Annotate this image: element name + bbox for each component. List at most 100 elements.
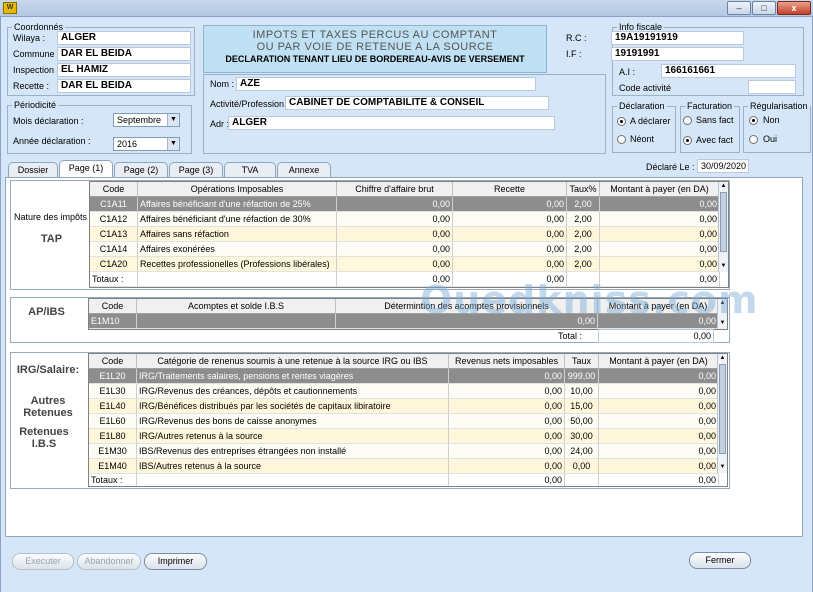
a-declarer-radio[interactable] bbox=[617, 117, 626, 126]
column-header[interactable]: Chiffre d'affaire brut bbox=[337, 182, 453, 197]
wilaya-field[interactable]: ALGER bbox=[57, 31, 191, 45]
ai-field[interactable]: 166161661 bbox=[661, 64, 796, 78]
oui-radio[interactable] bbox=[749, 135, 758, 144]
column-header[interactable]: Taux% bbox=[567, 182, 600, 197]
commune-field[interactable]: DAR EL BEIDA bbox=[57, 47, 191, 61]
column-header[interactable]: Opérations Imposables bbox=[138, 182, 337, 197]
revenus-cell[interactable]: 0,00 bbox=[449, 414, 565, 429]
column-header[interactable]: Acomptes et solde I.B.S bbox=[137, 299, 336, 314]
montant-cell: 0,00 bbox=[600, 212, 720, 227]
header-panel: IMPOTS ET TAXES PERCUS AU COMPTANT OU PA… bbox=[203, 25, 547, 73]
tab-page-1[interactable]: Page (1) bbox=[59, 160, 113, 178]
table-row[interactable]: C1A12 Affaires bénéficiant d'une réfacti… bbox=[90, 212, 728, 227]
irg-scrollbar[interactable]: ▲ ▼ bbox=[717, 354, 727, 473]
recette-cell[interactable]: 0,00 bbox=[453, 212, 567, 227]
maximize-button[interactable]: □ bbox=[752, 1, 776, 15]
activite-field[interactable]: CABINET DE COMPTABILITE & CONSEIL bbox=[285, 96, 549, 110]
revenus-cell[interactable]: 0,00 bbox=[449, 399, 565, 414]
ca-cell[interactable]: 0,00 bbox=[337, 257, 453, 272]
column-header[interactable]: Taux bbox=[565, 354, 599, 369]
adr-field[interactable]: ALGER bbox=[228, 116, 555, 130]
revenus-cell[interactable]: 0,00 bbox=[449, 369, 565, 384]
operation-cell: Affaires exonérées bbox=[138, 242, 337, 257]
table-row[interactable]: E1L30 IRG/Revenus des créances, dépôts e… bbox=[89, 384, 727, 399]
tab-tva[interactable]: TVA bbox=[224, 162, 276, 177]
minimize-button[interactable]: – bbox=[727, 1, 751, 15]
table-row[interactable]: C1A13 Affaires sans réfaction 0,00 0,00 … bbox=[90, 227, 728, 242]
taux-cell: 15,00 bbox=[565, 399, 599, 414]
total-revenus: 0,00 bbox=[449, 473, 565, 486]
column-header[interactable]: Montant à payer (en DA) bbox=[599, 354, 719, 369]
scroll-up-icon[interactable]: ▲ bbox=[718, 354, 727, 363]
chevron-down-icon[interactable]: ▼ bbox=[167, 138, 179, 150]
column-header[interactable]: Montant à payer (en DA) bbox=[600, 182, 720, 197]
column-header[interactable]: Catégorie de renenus soumis à une retenu… bbox=[137, 354, 449, 369]
recette-cell[interactable]: 0,00 bbox=[453, 197, 567, 212]
tap-scrollbar[interactable]: ▲ ▼ bbox=[718, 182, 728, 272]
code-activite-field[interactable] bbox=[748, 80, 796, 94]
code-activite-label: Code activité bbox=[619, 83, 672, 93]
column-header[interactable]: Code bbox=[89, 299, 137, 314]
inspection-field[interactable]: EL HAMIZ bbox=[57, 63, 191, 77]
abandonner-button[interactable]: Abandonner bbox=[77, 553, 141, 570]
irg-salaire-label: IRG/Salaire: bbox=[16, 364, 80, 376]
revenus-cell[interactable]: 0,00 bbox=[449, 384, 565, 399]
table-row[interactable]: E1L60 IRG/Revenus des bons de caisse ano… bbox=[89, 414, 727, 429]
executer-button[interactable]: Executer bbox=[12, 553, 74, 570]
table-row[interactable]: E1M40 IBS/Autres retenus à la source 0,0… bbox=[89, 459, 727, 474]
ca-cell[interactable]: 0,00 bbox=[337, 212, 453, 227]
table-row[interactable]: C1A20 Recettes professionelles (Professi… bbox=[90, 257, 728, 272]
mois-select[interactable]: Septembre ▼ bbox=[113, 113, 180, 127]
recette-field[interactable]: DAR EL BEIDA bbox=[57, 79, 191, 93]
ca-cell[interactable]: 0,00 bbox=[337, 227, 453, 242]
avec-fact-radio[interactable] bbox=[683, 136, 692, 145]
tab-dossier[interactable]: Dossier bbox=[8, 162, 58, 177]
recette-cell[interactable]: 0,00 bbox=[453, 227, 567, 242]
rc-field[interactable]: 19A19191919 bbox=[611, 31, 744, 45]
code-cell: C1A14 bbox=[90, 242, 138, 257]
scroll-down-icon[interactable]: ▼ bbox=[719, 262, 728, 271]
table-row[interactable]: E1M30 IBS/Revenus des entreprises étrang… bbox=[89, 444, 727, 459]
acompte-cell[interactable] bbox=[137, 314, 336, 329]
tab-page-2[interactable]: Page (2) bbox=[114, 162, 168, 177]
non-radio[interactable] bbox=[749, 116, 758, 125]
imprimer-button[interactable]: Imprimer bbox=[144, 553, 207, 570]
annee-select[interactable]: 2016 ▼ bbox=[113, 137, 180, 151]
neant-radio[interactable] bbox=[617, 135, 626, 144]
revenus-cell[interactable]: 0,00 bbox=[449, 444, 565, 459]
revenus-cell[interactable]: 0,00 bbox=[449, 429, 565, 444]
recette-cell[interactable]: 0,00 bbox=[453, 257, 567, 272]
table-row[interactable]: E1L40 IRG/Bénéfices distribués par les s… bbox=[89, 399, 727, 414]
mois-value: Septembre bbox=[117, 115, 162, 125]
watermark: Ouedkniss.com bbox=[420, 278, 759, 322]
totals-label: Totaux : bbox=[89, 473, 137, 486]
tab-annexe[interactable]: Annexe bbox=[277, 162, 331, 177]
tab-page-3[interactable]: Page (3) bbox=[169, 162, 223, 177]
recette-cell[interactable]: 0,00 bbox=[453, 242, 567, 257]
nom-field[interactable]: AZE bbox=[236, 77, 536, 91]
scroll-thumb[interactable] bbox=[719, 364, 726, 454]
chevron-down-icon[interactable]: ▼ bbox=[167, 114, 179, 126]
ca-cell[interactable]: 0,00 bbox=[337, 197, 453, 212]
close-button[interactable]: x bbox=[777, 1, 811, 15]
sans-fact-radio[interactable] bbox=[683, 116, 692, 125]
taux-cell: 0,00 bbox=[565, 459, 599, 474]
table-row[interactable]: C1A11 Affaires bénéficiant d'une réfacti… bbox=[90, 197, 728, 212]
column-header[interactable]: Code bbox=[89, 354, 137, 369]
ca-cell[interactable]: 0,00 bbox=[337, 242, 453, 257]
if-field[interactable]: 19191991 bbox=[611, 47, 744, 61]
fermer-button[interactable]: Fermer bbox=[689, 552, 751, 569]
table-row[interactable]: C1A14 Affaires exonérées 0,00 0,00 2,00 … bbox=[90, 242, 728, 257]
column-header[interactable]: Recette bbox=[453, 182, 567, 197]
declare-le-date[interactable]: 30/09/2020 bbox=[697, 159, 749, 173]
column-header[interactable]: Revenus nets imposables bbox=[449, 354, 565, 369]
table-row[interactable]: E1L20 IRG/Traitements salaires, pensions… bbox=[89, 369, 727, 384]
column-header[interactable]: Code bbox=[90, 182, 138, 197]
code-cell: E1M40 bbox=[89, 459, 137, 474]
scroll-down-icon[interactable]: ▼ bbox=[718, 463, 727, 472]
operation-cell: Affaires sans réfaction bbox=[138, 227, 337, 242]
revenus-cell[interactable]: 0,00 bbox=[449, 459, 565, 474]
table-row[interactable]: E1L80 IRG/Autres retenus à la source 0,0… bbox=[89, 429, 727, 444]
scroll-up-icon[interactable]: ▲ bbox=[719, 182, 728, 191]
scroll-thumb[interactable] bbox=[720, 192, 727, 252]
